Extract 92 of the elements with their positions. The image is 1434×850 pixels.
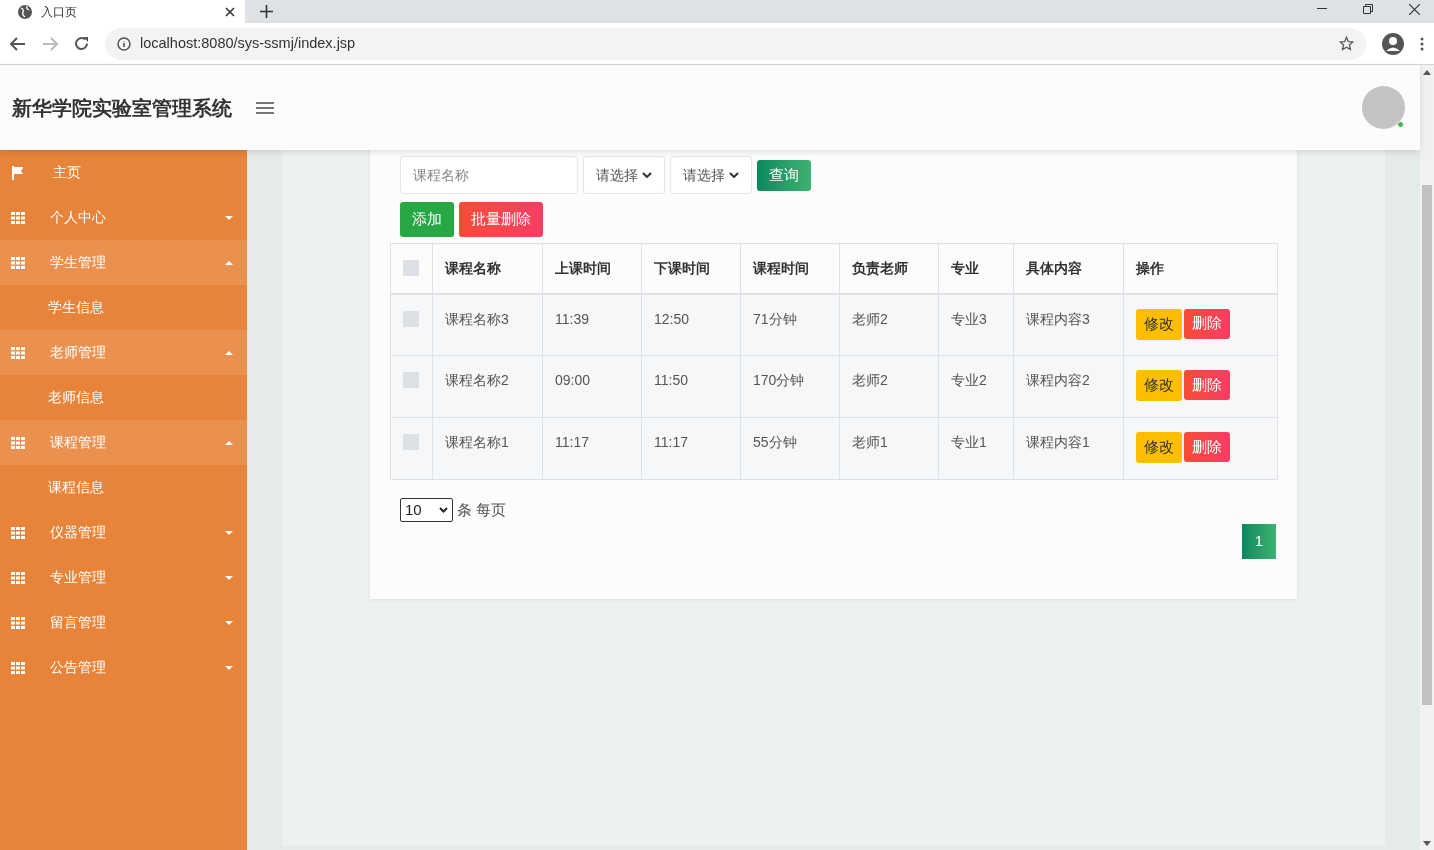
grid-icon: [11, 526, 25, 539]
column-header: 专业: [938, 243, 1014, 294]
close-icon[interactable]: [225, 6, 235, 17]
column-header: 课程时间: [740, 243, 840, 294]
table-cell: 55分钟: [740, 417, 840, 480]
edit-button[interactable]: 修改: [1136, 370, 1182, 401]
grid-icon: [11, 211, 25, 224]
page-button[interactable]: 1: [1242, 524, 1276, 559]
scrollbar-thumb[interactable]: [1422, 185, 1432, 705]
delete-button[interactable]: 删除: [1184, 370, 1230, 400]
column-header: 课程名称: [432, 243, 543, 294]
table-cell: 老师1: [839, 417, 939, 480]
sidebar-item[interactable]: 老师管理: [0, 330, 247, 375]
browser-tab[interactable]: 入口页: [0, 0, 245, 23]
scroll-down-arrow-icon[interactable]: [1423, 841, 1431, 846]
caret-icon: [225, 530, 233, 535]
caret-icon: [225, 440, 233, 445]
row-checkbox[interactable]: [403, 434, 419, 450]
page-size-label: 条 每页: [457, 499, 507, 520]
table-cell: 课程内容2: [1013, 355, 1124, 418]
table-cell: 课程内容1: [1013, 417, 1124, 480]
more-icon[interactable]: [1420, 36, 1424, 51]
column-header: 下课时间: [641, 243, 741, 294]
table-cell: 11:39: [542, 293, 642, 356]
grid-icon: [11, 346, 25, 359]
grid-icon: [11, 256, 25, 269]
table-cell: 11:17: [641, 417, 741, 480]
table-cell: 专业1: [938, 417, 1014, 480]
edit-button[interactable]: 修改: [1136, 432, 1182, 463]
table-cell: 课程内容3: [1013, 293, 1124, 356]
reload-icon[interactable]: [74, 36, 89, 51]
table-cell: 09:00: [542, 355, 642, 418]
column-header: 上课时间: [542, 243, 642, 294]
column-header: 具体内容: [1013, 243, 1124, 294]
table-cell: 11:50: [641, 355, 741, 418]
table-cell: 课程名称3: [432, 293, 543, 356]
add-button[interactable]: 添加: [400, 202, 454, 237]
close-window-icon[interactable]: [1409, 4, 1420, 15]
table-cell: 170分钟: [740, 355, 840, 418]
page-size-select[interactable]: 10: [400, 498, 453, 522]
row-checkbox[interactable]: [403, 310, 419, 327]
caret-icon: [225, 215, 233, 220]
profile-icon[interactable]: [1382, 32, 1404, 55]
scrollbar[interactable]: [1420, 65, 1434, 850]
select-dropdown[interactable]: 请选择: [670, 156, 752, 194]
table-cell: 71分钟: [740, 293, 840, 356]
grid-icon: [11, 571, 25, 584]
back-arrow-icon[interactable]: [10, 36, 26, 51]
star-icon[interactable]: [1339, 36, 1354, 51]
scroll-up-arrow-icon[interactable]: [1423, 70, 1431, 75]
column-header: 负责老师: [839, 243, 939, 294]
table-cell: 11:17: [542, 417, 642, 480]
select-all-checkbox[interactable]: [403, 260, 419, 277]
table-cell: 专业2: [938, 355, 1014, 418]
batch-delete-button[interactable]: 批量删除: [459, 202, 543, 237]
app-title: 新华学院实验室管理系统: [12, 95, 232, 121]
new-tab-icon[interactable]: [260, 5, 273, 18]
query-button[interactable]: 查询: [757, 159, 811, 191]
chevron-icon: [642, 172, 652, 178]
search-field[interactable]: 课程名称: [400, 156, 578, 194]
sidebar-item[interactable]: 学生管理: [0, 240, 247, 285]
table-cell: 老师2: [839, 293, 939, 356]
flag-icon: [11, 165, 24, 180]
chevron-icon: [729, 172, 739, 178]
table-cell: 老师2: [839, 355, 939, 418]
globe-icon: [18, 4, 32, 19]
caret-icon: [225, 350, 233, 355]
menu-icon[interactable]: [256, 100, 274, 115]
grid-icon: [11, 661, 25, 674]
table-cell: 专业3: [938, 293, 1014, 356]
tab-title: 入口页: [41, 3, 78, 21]
grid-icon: [11, 616, 25, 629]
address-bar[interactable]: localhost:8080/sys-ssmj/index.jsp: [105, 27, 1366, 60]
sidebar-item[interactable]: 课程管理: [0, 420, 247, 465]
select-dropdown[interactable]: 请选择: [583, 156, 665, 194]
info-icon: [117, 36, 131, 51]
delete-button[interactable]: 删除: [1184, 308, 1230, 339]
caret-icon: [225, 260, 233, 265]
column-header: 操作: [1123, 243, 1278, 294]
chevron-icon: [439, 507, 448, 513]
edit-button[interactable]: 修改: [1136, 308, 1182, 340]
row-checkbox[interactable]: [403, 372, 419, 388]
url-text: localhost:8080/sys-ssmj/index.jsp: [140, 33, 357, 53]
restore-icon[interactable]: [1363, 4, 1373, 14]
table-cell: 12:50: [641, 293, 741, 356]
caret-icon: [225, 665, 233, 670]
table-cell: 课程名称2: [432, 355, 543, 418]
caret-icon: [225, 620, 233, 625]
grid-icon: [11, 436, 25, 449]
caret-icon: [225, 575, 233, 580]
delete-button[interactable]: 删除: [1184, 432, 1230, 462]
table-cell: 课程名称1: [432, 417, 543, 480]
